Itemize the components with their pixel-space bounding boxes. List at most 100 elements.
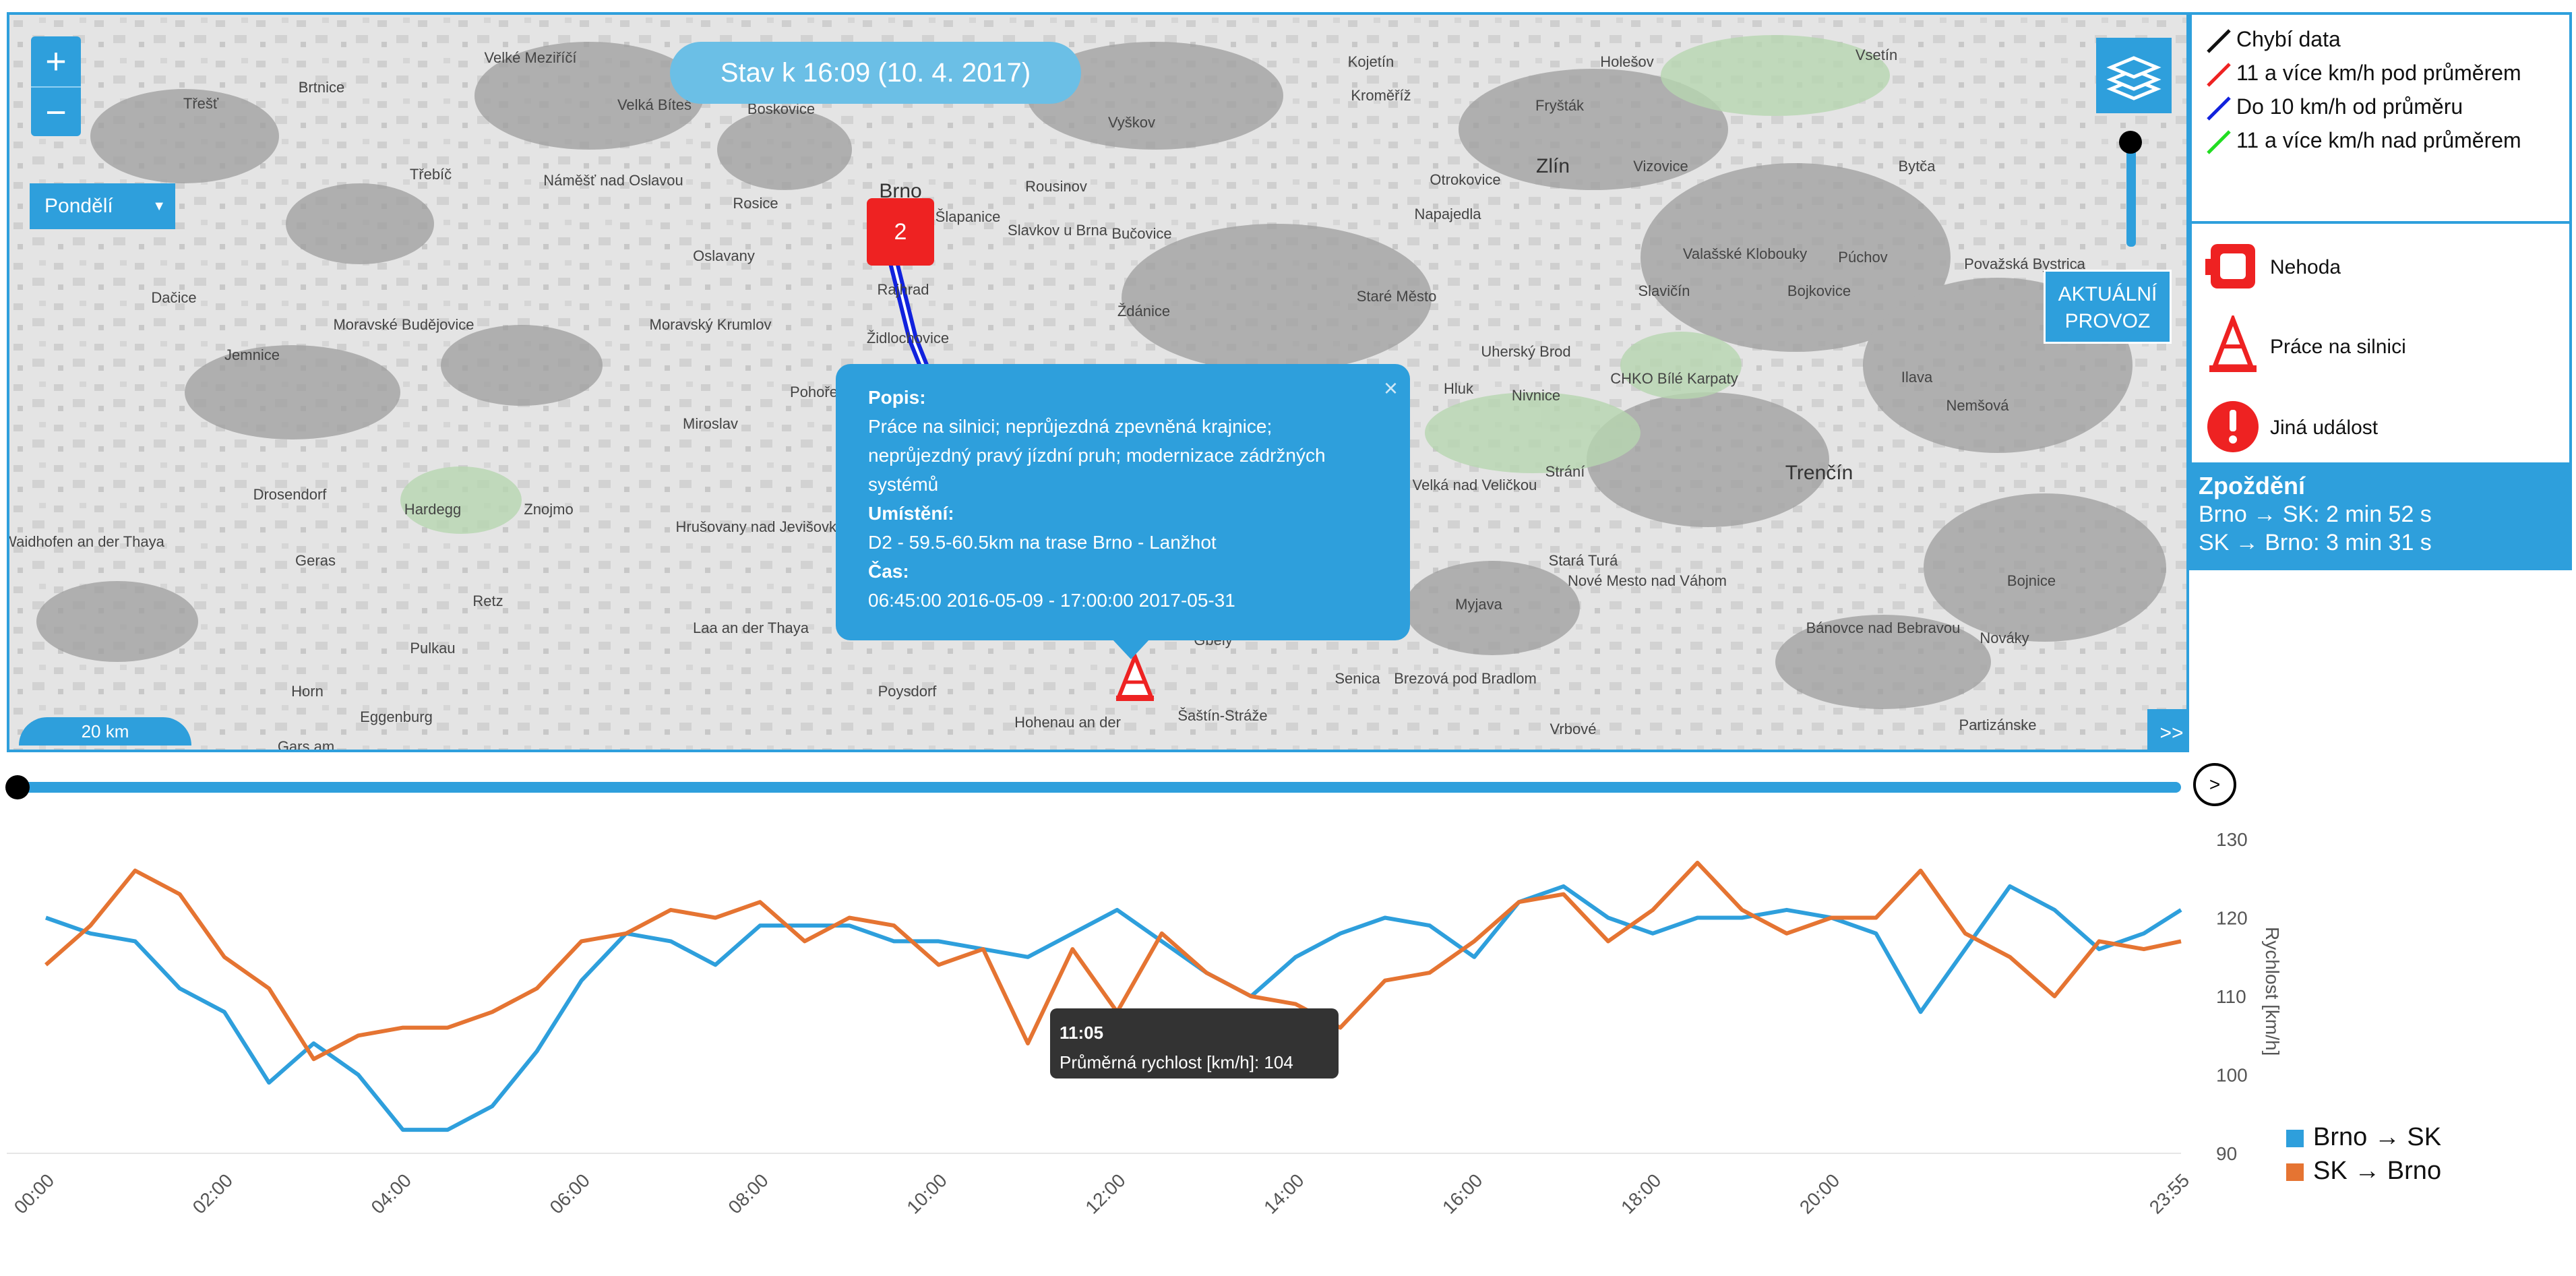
place-label: Slavkov u Brna	[1008, 222, 1107, 239]
legend-item: Chybí data	[2205, 27, 2341, 55]
place-label: Miroslav	[683, 415, 738, 432]
legend-item: 11 a více km/h nad průměrem	[2205, 128, 2521, 156]
x-tick-label: 06:00	[546, 1169, 594, 1217]
place-label: Vrbové	[1550, 721, 1597, 737]
place-label: Hrušovany nad Jevišovkou	[675, 518, 853, 535]
place-label: Trenčín	[1785, 462, 1853, 484]
place-label: Brtnice	[298, 79, 345, 96]
time-slider-track[interactable]	[13, 782, 2181, 793]
popup-popis-line: systémů	[868, 474, 939, 495]
event-legend-item: Práce na silnici	[2203, 313, 2406, 382]
place-label: Partizánske	[1959, 717, 2037, 733]
place-label: Senica	[1335, 670, 1380, 687]
place-label: Ilava	[1901, 369, 1933, 386]
popup-umisteni-value: D2 - 59.5-60.5km na trase Brno - Lanžhot	[868, 532, 1217, 553]
place-label: Nové Mesto nad Váhom	[1567, 572, 1727, 589]
tooltip-time: 11:05	[1060, 1023, 1104, 1043]
place-label: Šlapanice	[935, 208, 1001, 225]
opacity-slider-handle[interactable]	[2119, 131, 2142, 154]
place-label: Nemšová	[1946, 397, 2009, 414]
chart-tooltip: 11:05 Průměrná rychlost [km/h]: 104	[1050, 1008, 1339, 1078]
x-tick-label: 12:00	[1081, 1169, 1129, 1217]
event-popup: × Popis: Práce na silnici; neprůjezdná z…	[836, 364, 1410, 659]
place-label: Bojkovice	[1787, 282, 1851, 299]
day-select[interactable]: Pondělí ▼	[30, 183, 175, 229]
car-crash-icon	[2205, 244, 2255, 288]
zoom-in-button[interactable]: +	[31, 36, 81, 86]
popup-popis-label: Popis:	[868, 387, 926, 408]
expand-button[interactable]: >>	[2147, 709, 2186, 750]
layers-button[interactable]	[2096, 38, 2172, 113]
x-tick-label: 10:00	[902, 1169, 950, 1217]
event-legend-item: Jiná událost	[2203, 396, 2378, 462]
y-tick-label: 90	[2216, 1143, 2237, 1164]
place-label: Nováky	[1980, 630, 2029, 646]
x-tick-label: 20:00	[1796, 1169, 1843, 1217]
zoom-out-button[interactable]: −	[31, 86, 81, 138]
place-label: Rousinov	[1025, 178, 1087, 195]
y-tick-label: 110	[2216, 986, 2246, 1007]
chart-legend-item[interactable]: SK → Brno	[2286, 1157, 2441, 1186]
x-tick-label: 04:00	[367, 1169, 415, 1217]
place-label: Kojetín	[1347, 53, 1394, 70]
popup-close-button[interactable]: ×	[1384, 373, 1398, 402]
place-label: Otrokovice	[1430, 171, 1501, 188]
place-label: Retz	[472, 593, 503, 609]
place-label: Staré Město	[1356, 288, 1437, 305]
time-slider-handle[interactable]	[5, 775, 30, 799]
y-tick-label: 100	[2216, 1065, 2248, 1086]
place-label: Vyškov	[1107, 114, 1156, 131]
place-label: Jemnice	[224, 346, 280, 363]
place-label: Horn	[291, 683, 324, 700]
x-tick-label: 23:55	[2145, 1169, 2193, 1217]
y-tick-label: 120	[2216, 908, 2248, 929]
scale-bar: 20 km	[19, 717, 191, 746]
place-label: Laa an der Thaya	[692, 619, 809, 636]
place-label: Bučovice	[1111, 225, 1172, 242]
place-label: Velké Meziříčí	[484, 49, 577, 66]
popup-popis-line: neprůjezdný pravý jízdní pruh; moderniza…	[868, 445, 1326, 466]
place-label: Třešť	[183, 95, 219, 112]
delay-title: Zpoždění	[2199, 472, 2305, 499]
chart-legend-item[interactable]: Brno → SK	[2286, 1123, 2441, 1152]
place-label: Strání	[1545, 463, 1585, 480]
place-label: Ždánice	[1117, 303, 1171, 320]
x-tick-label: 08:00	[724, 1169, 772, 1217]
series-swatch-icon	[2286, 1163, 2304, 1181]
place-label: Napajedla	[1414, 206, 1481, 222]
line-swatch-icon	[2207, 96, 2231, 121]
play-button[interactable]: >	[2193, 763, 2236, 806]
zoom-control: + −	[31, 36, 81, 136]
exclamation-icon	[2207, 401, 2259, 452]
traffic-cone-icon	[2209, 313, 2257, 372]
place-label: Rajhrad	[877, 281, 929, 298]
popup-umisteni-label: Umístění:	[868, 503, 954, 524]
traffic-map[interactable]: TišnovBlanskoKojetínHolešovVsetínVelké M…	[7, 12, 2189, 752]
place-label: Vsetín	[1855, 47, 1898, 63]
place-label: Moravské Budějovice	[333, 316, 474, 333]
popup-pointer	[1112, 639, 1150, 659]
place-label: Dačice	[151, 289, 197, 306]
place-label: Holešov	[1600, 53, 1654, 70]
line-swatch-icon	[2207, 28, 2231, 53]
chevron-down-icon: ▼	[152, 199, 166, 214]
place-label: Gars am	[277, 738, 335, 752]
status-title: Stav k 16:09 (10. 4. 2017)	[670, 42, 1081, 104]
place-label: Židlochovice	[866, 330, 950, 346]
place-label: Bytča	[1898, 158, 1936, 175]
day-select-value: Pondělí	[44, 195, 113, 217]
tooltip-value: Průměrná rychlost [km/h]: 104	[1060, 1052, 1293, 1072]
line-swatch-icon	[2207, 62, 2231, 87]
delay-line: SK → Brno: 3 min 31 s	[2199, 530, 2432, 555]
place-label: Hluk	[1443, 380, 1474, 397]
place-label: Drosendorf	[253, 486, 327, 503]
x-tick-label: 18:00	[1617, 1169, 1665, 1217]
place-label: Bánovce nad Bebravou	[1806, 619, 1961, 636]
place-label: Slavičín	[1638, 282, 1690, 299]
current-traffic-button[interactable]: AKTUÁLNÍ PROVOZ	[2044, 270, 2172, 344]
place-label: Brezová pod Bradlom	[1394, 670, 1537, 687]
cluster-marker[interactable]: 2	[867, 198, 934, 266]
place-label: Fryšták	[1535, 97, 1585, 114]
place-label: Moravský Krumlov	[649, 316, 772, 333]
place-label: Rosice	[733, 195, 778, 212]
